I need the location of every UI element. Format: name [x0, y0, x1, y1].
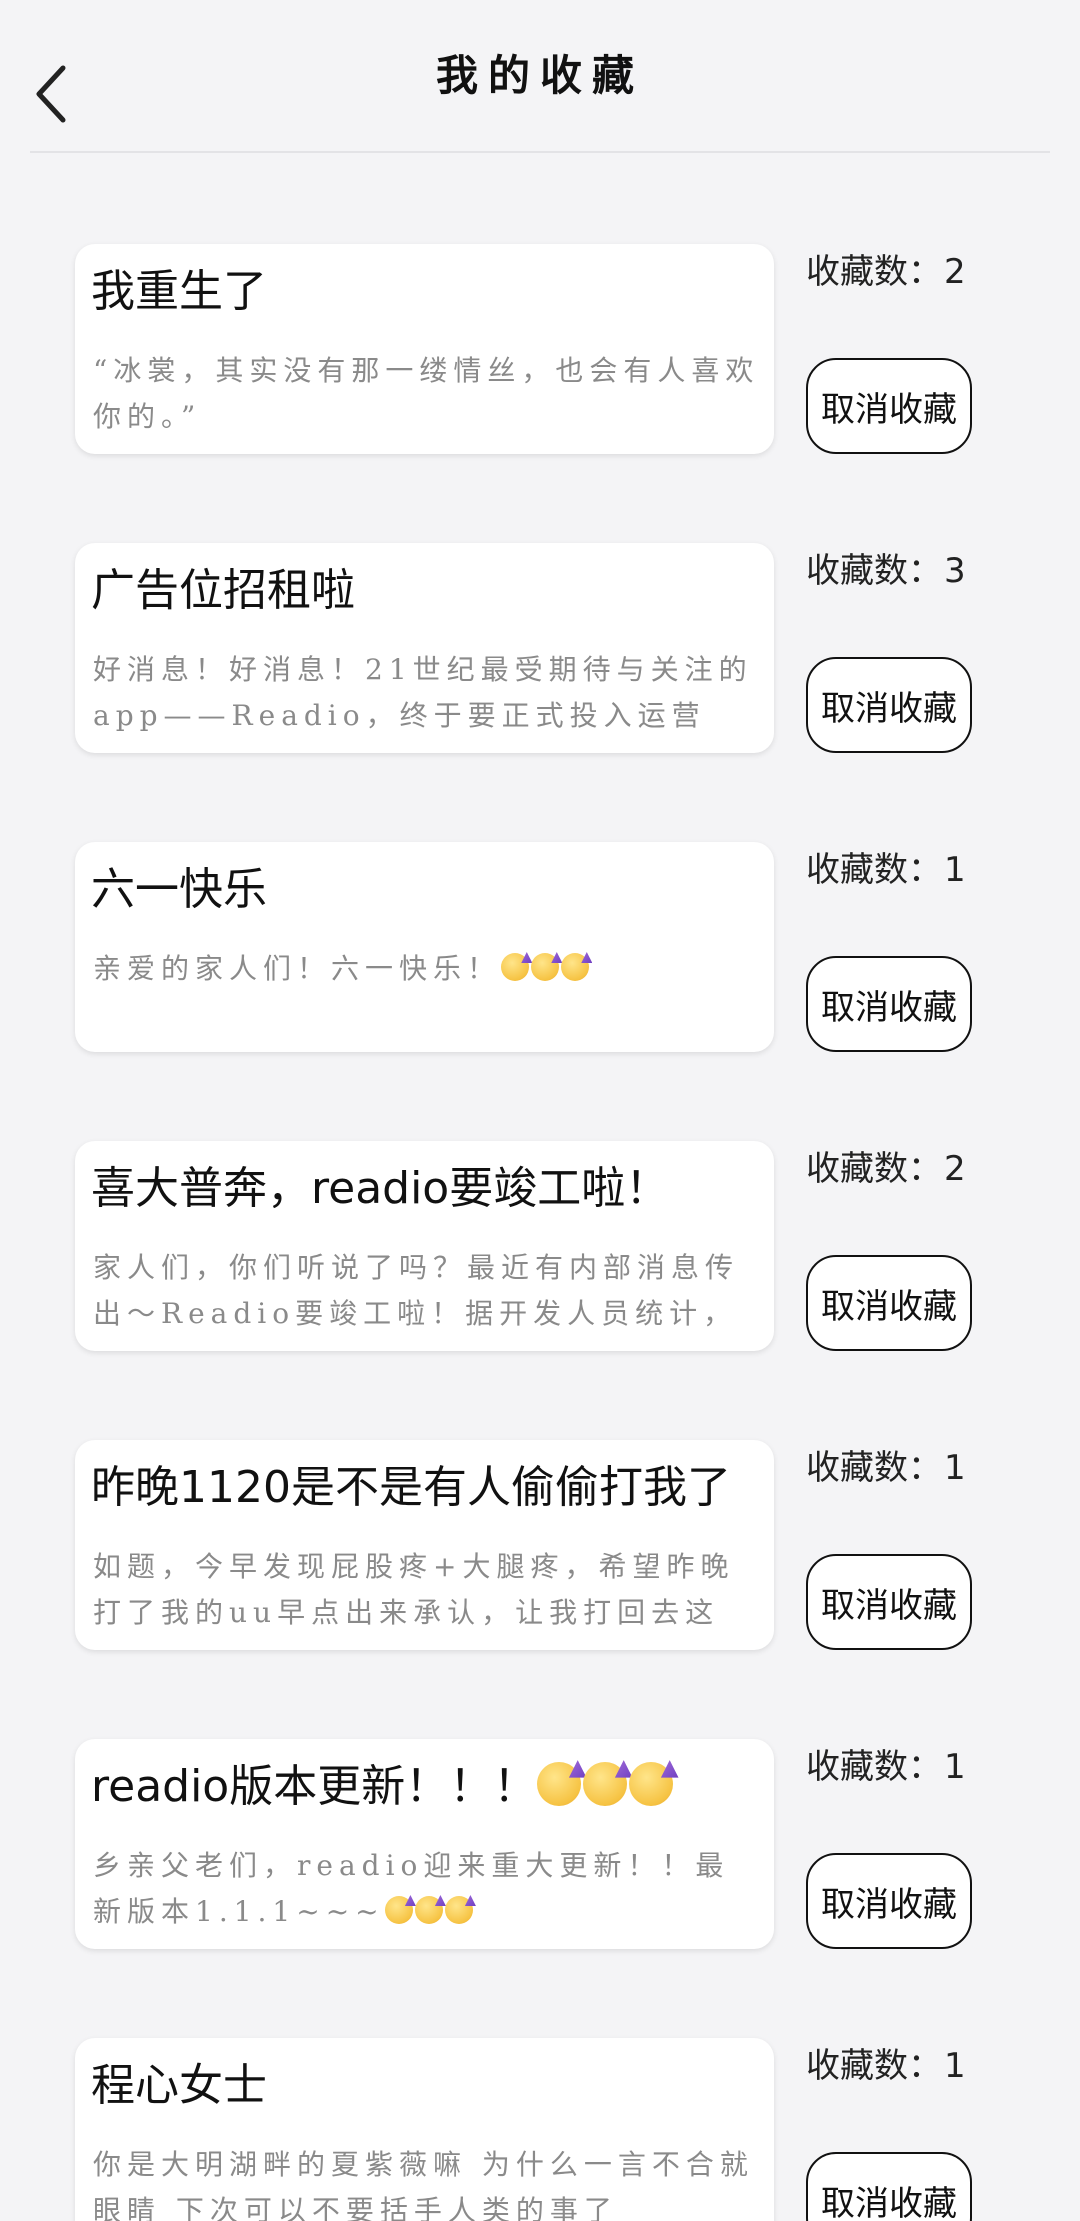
- party-face-icon: [629, 1762, 674, 1807]
- favorite-count-value: 2: [944, 252, 966, 292]
- party-face-icon: [561, 953, 590, 982]
- post-card[interactable]: 昨晚1120是不是有人偷偷打我了 如题，今早发现屁股疼+大腿疼，希望昨晚打了我的…: [75, 1440, 774, 1650]
- party-face-icon: [414, 1896, 443, 1925]
- post-title: 六一快乐: [91, 864, 267, 915]
- favorite-count: 收藏数：1: [806, 842, 966, 891]
- post-card[interactable]: 喜大普奔，readio要竣工啦！ 家人们，你们听说了吗？最近有内部消息传出～Re…: [75, 1141, 774, 1351]
- favorite-count-value: 1: [944, 1747, 966, 1787]
- post-title: 我重生了: [91, 266, 267, 317]
- favorite-count-label: 收藏数：: [806, 252, 942, 292]
- post-excerpt: 如题，今早发现屁股疼+大腿疼，希望昨晚打了我的uu早点出来承认，让我打回去这: [93, 1550, 735, 1629]
- favorite-count-value: 2: [944, 1149, 966, 1189]
- unfavorite-button[interactable]: 取消收藏: [806, 1853, 972, 1949]
- favorite-count: 收藏数：2: [806, 1141, 966, 1190]
- favorite-count: 收藏数：2: [806, 244, 966, 293]
- favorite-item: 程心女士 你是大明湖畔的夏紫薇嘛 为什么一言不合就眼睛 下次可以不要括手人类的事…: [0, 2038, 1080, 2221]
- favorite-item: 昨晚1120是不是有人偷偷打我了 如题，今早发现屁股疼+大腿疼，希望昨晚打了我的…: [0, 1440, 1080, 1652]
- post-card[interactable]: 程心女士 你是大明湖畔的夏紫薇嘛 为什么一言不合就眼睛 下次可以不要括手人类的事…: [75, 2038, 774, 2221]
- party-face-icon: [444, 1896, 473, 1925]
- post-title-text: readio版本更新！！！: [91, 1761, 538, 1812]
- party-face-icon: [537, 1762, 582, 1807]
- party-face-icon: [531, 953, 560, 982]
- post-card[interactable]: 我重生了 “冰裳，其实没有那一缕情丝，也会有人喜欢你的。”: [75, 244, 774, 454]
- unfavorite-button[interactable]: 取消收藏: [806, 657, 972, 753]
- favorite-count-label: 收藏数：: [806, 2046, 942, 2086]
- header-divider: [30, 151, 1050, 153]
- post-excerpt: “冰裳，其实没有那一缕情丝，也会有人喜欢你的。”: [93, 354, 760, 433]
- favorite-count: 收藏数：1: [806, 1440, 966, 1489]
- post-title: 程心女士: [91, 2060, 267, 2111]
- unfavorite-button[interactable]: 取消收藏: [806, 358, 972, 454]
- post-title: 广告位招租啦: [91, 565, 355, 616]
- favorite-item: 广告位招租啦 好消息！好消息！21世纪最受期待与关注的app——Readio，终…: [0, 543, 1080, 755]
- post-title: 喜大普奔，readio要竣工啦！: [91, 1163, 670, 1214]
- favorite-count: 收藏数：1: [806, 1739, 966, 1788]
- unfavorite-button[interactable]: 取消收藏: [806, 1554, 972, 1650]
- unfavorite-button[interactable]: 取消收藏: [806, 1255, 972, 1351]
- post-excerpt: 好消息！好消息！21世纪最受期待与关注的app——Readio，终于要正式投入运…: [93, 653, 753, 732]
- favorite-count: 收藏数：1: [806, 2038, 966, 2087]
- favorite-item: 六一快乐 亲爱的家人们！六一快乐！ 收藏数：1 取消收藏: [0, 842, 1080, 1054]
- favorite-item: 我重生了 “冰裳，其实没有那一缕情丝，也会有人喜欢你的。” 收藏数：2 取消收藏: [0, 244, 1080, 456]
- post-title: 昨晚1120是不是有人偷偷打我了: [91, 1462, 731, 1513]
- top-bar: 我的收藏: [0, 0, 1080, 154]
- favorite-count: 收藏数：3: [806, 543, 966, 592]
- post-card[interactable]: 广告位招租啦 好消息！好消息！21世纪最受期待与关注的app——Readio，终…: [75, 543, 774, 753]
- favorite-count-label: 收藏数：: [806, 1149, 942, 1189]
- post-card[interactable]: 六一快乐 亲爱的家人们！六一快乐！: [75, 842, 774, 1052]
- favorite-count-label: 收藏数：: [806, 1747, 942, 1787]
- favorite-count-value: 1: [944, 850, 966, 890]
- favorite-item: readio版本更新！！！ 乡亲父老们，readio迎来重大更新！！最新版本1.…: [0, 1739, 1080, 1951]
- favorite-count-value: 1: [944, 2046, 966, 2086]
- post-title: readio版本更新！！！: [91, 1757, 762, 1817]
- favorite-count-label: 收藏数：: [806, 1448, 942, 1488]
- post-excerpt: 你是大明湖畔的夏紫薇嘛 为什么一言不合就眼睛 下次可以不要括手人类的事了: [93, 2148, 754, 2221]
- post-excerpt: 亲爱的家人们！六一快乐！: [93, 946, 760, 1038]
- party-face-icon: [583, 1762, 628, 1807]
- favorite-count-value: 3: [944, 551, 966, 591]
- post-excerpt: 乡亲父老们，readio迎来重大更新！！最新版本1.1.1~~~: [93, 1843, 760, 1935]
- party-face-icon: [501, 953, 530, 982]
- post-card[interactable]: readio版本更新！！！ 乡亲父老们，readio迎来重大更新！！最新版本1.…: [75, 1739, 774, 1949]
- favorite-count-label: 收藏数：: [806, 850, 942, 890]
- post-excerpt: 家人们，你们听说了吗？最近有内部消息传出～Readio要竣工啦！据开发人员统计，: [93, 1251, 740, 1330]
- favorite-count-value: 1: [944, 1448, 966, 1488]
- favorite-item: 喜大普奔，readio要竣工啦！ 家人们，你们听说了吗？最近有内部消息传出～Re…: [0, 1141, 1080, 1353]
- unfavorite-button[interactable]: 取消收藏: [806, 956, 972, 1052]
- unfavorite-button[interactable]: 取消收藏: [806, 2152, 972, 2221]
- page-title: 我的收藏: [435, 51, 644, 100]
- party-face-icon: [384, 1896, 413, 1925]
- favorite-count-label: 收藏数：: [806, 551, 942, 591]
- post-excerpt-text: 亲爱的家人们！六一快乐！: [93, 952, 502, 985]
